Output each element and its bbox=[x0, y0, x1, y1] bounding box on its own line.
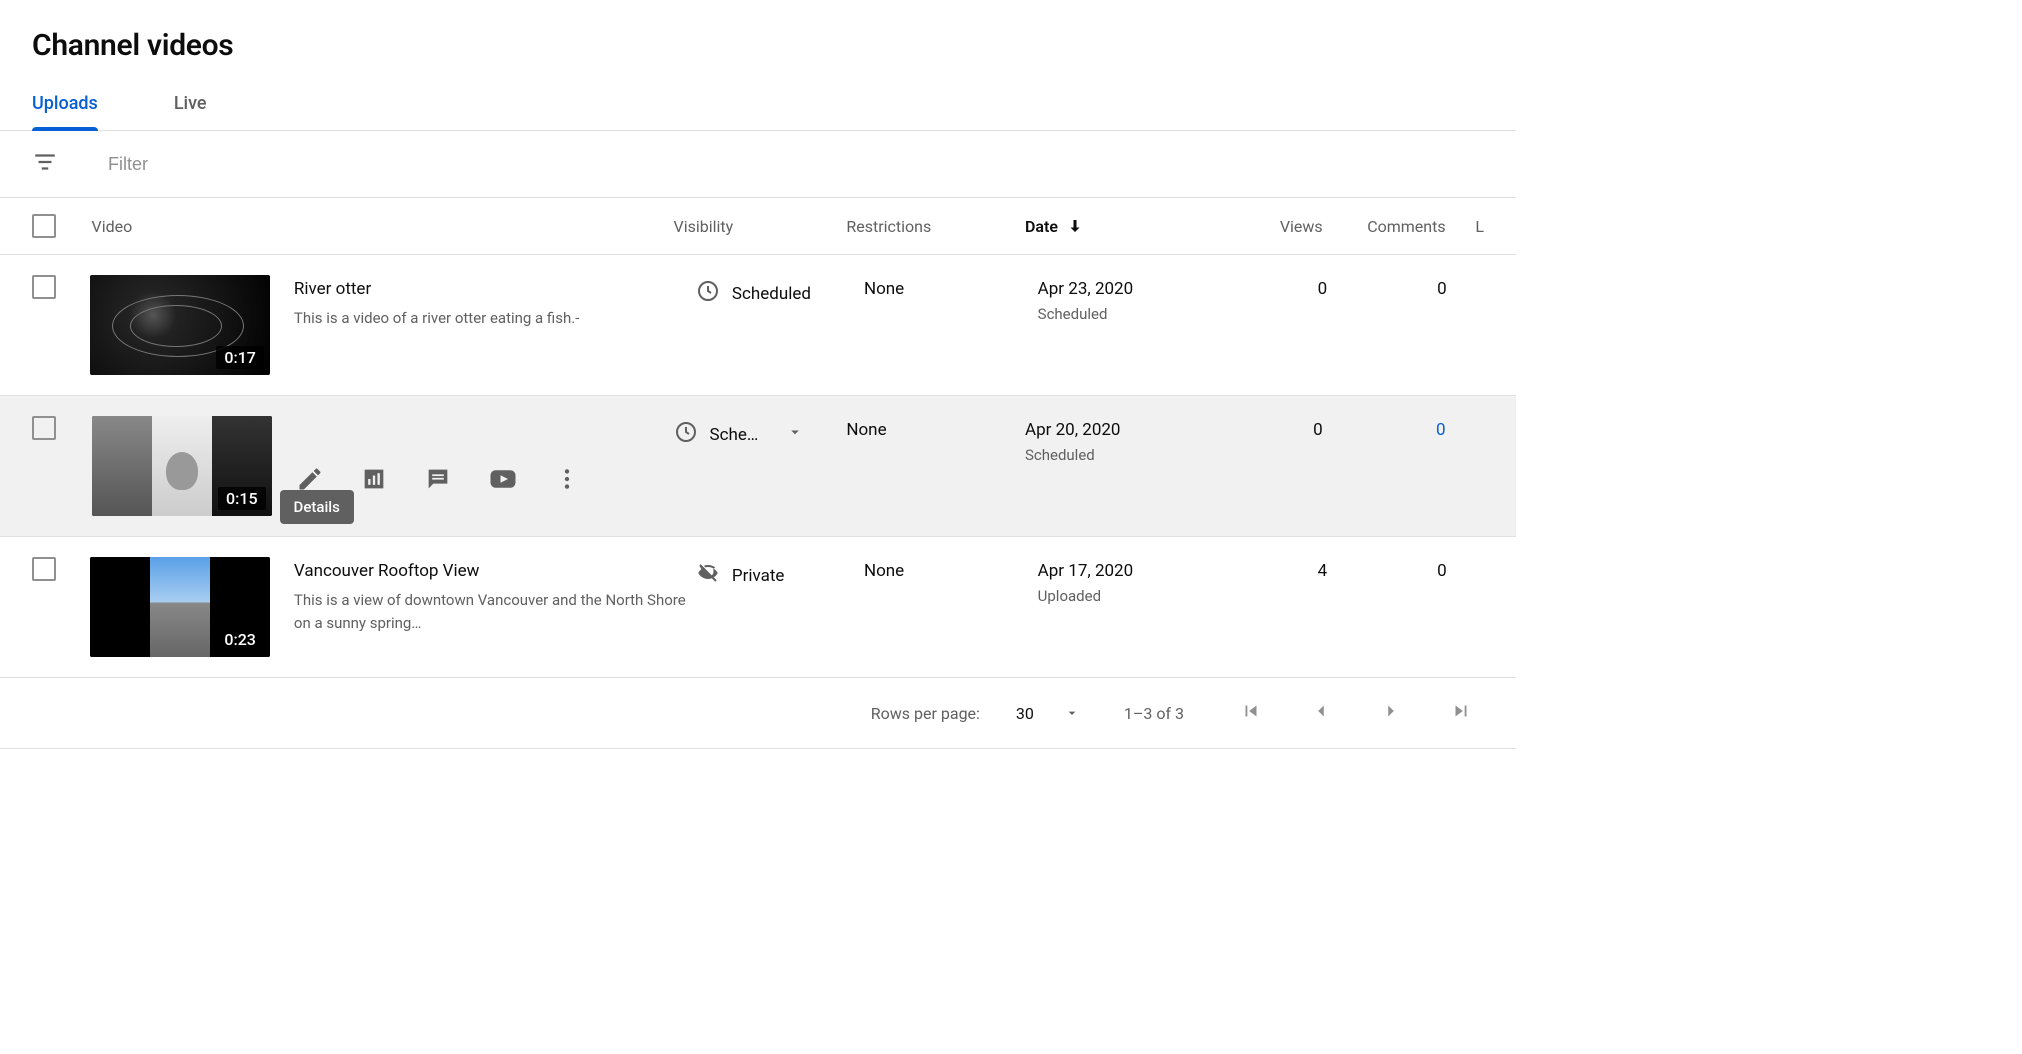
date-status: Scheduled bbox=[1025, 446, 1240, 464]
chevron-down-icon bbox=[786, 423, 804, 446]
date-status: Scheduled bbox=[1038, 305, 1247, 323]
date-cell: Apr 20, 2020 Scheduled bbox=[1025, 416, 1240, 464]
rows-per-page-select[interactable]: 30 bbox=[1016, 704, 1080, 723]
page-next-button[interactable] bbox=[1368, 700, 1414, 726]
restrictions-cell: None bbox=[846, 416, 1025, 440]
comments-cell[interactable]: 0 bbox=[1327, 557, 1447, 581]
page-first-button[interactable] bbox=[1228, 700, 1274, 726]
views-cell: 0 bbox=[1240, 416, 1323, 440]
restrictions-cell: None bbox=[864, 557, 1038, 581]
rows-per-page-label: Rows per page: bbox=[871, 704, 980, 723]
column-restrictions[interactable]: Restrictions bbox=[846, 217, 1025, 236]
analytics-icon[interactable] bbox=[360, 465, 388, 497]
table-row[interactable]: 0:17 River otter This is a video of a ri… bbox=[0, 255, 1516, 396]
filter-input[interactable] bbox=[106, 153, 506, 176]
date-status: Uploaded bbox=[1038, 587, 1247, 605]
visibility-label: Sche… bbox=[710, 425, 759, 445]
filter-bar bbox=[0, 131, 1516, 198]
more-icon[interactable] bbox=[554, 466, 580, 496]
column-date[interactable]: Date bbox=[1025, 217, 1240, 236]
tab-uploads[interactable]: Uploads bbox=[32, 81, 98, 130]
chevron-down-icon bbox=[1064, 705, 1080, 721]
column-video[interactable]: Video bbox=[92, 217, 674, 236]
column-date-label: Date bbox=[1025, 217, 1058, 236]
page-last-button[interactable] bbox=[1438, 700, 1484, 726]
date-value: Apr 17, 2020 bbox=[1038, 561, 1247, 581]
comments-cell[interactable]: 0 bbox=[1327, 275, 1447, 299]
views-cell: 4 bbox=[1247, 557, 1327, 581]
visibility-cell[interactable]: Private bbox=[696, 557, 864, 590]
video-thumbnail[interactable]: 0:23 bbox=[90, 557, 270, 657]
page-title: Channel videos bbox=[0, 0, 1516, 81]
video-title[interactable]: Vancouver Rooftop View bbox=[294, 561, 696, 581]
clock-icon bbox=[674, 420, 698, 449]
clock-icon bbox=[696, 279, 720, 308]
tooltip-details: Details bbox=[280, 490, 354, 524]
date-value: Apr 23, 2020 bbox=[1038, 279, 1247, 299]
sort-desc-icon bbox=[1066, 217, 1084, 235]
row-actions: Details bbox=[296, 416, 580, 516]
video-title[interactable]: River otter bbox=[294, 279, 696, 299]
pagination: Rows per page: 30 1–3 of 3 bbox=[0, 678, 1516, 749]
video-description: This is a view of downtown Vancouver and… bbox=[294, 589, 696, 634]
video-thumbnail[interactable]: 0:15 bbox=[92, 416, 272, 516]
visibility-label: Private bbox=[732, 566, 785, 586]
date-cell: Apr 17, 2020 Uploaded bbox=[1038, 557, 1247, 605]
comments-cell[interactable]: 0 bbox=[1323, 416, 1446, 440]
page-range: 1–3 of 3 bbox=[1124, 704, 1184, 723]
column-comments[interactable]: Comments bbox=[1323, 217, 1446, 236]
video-thumbnail[interactable]: 0:17 bbox=[90, 275, 270, 375]
page-prev-button[interactable] bbox=[1298, 700, 1344, 726]
visibility-dropdown[interactable]: Sche… bbox=[674, 416, 847, 449]
visibility-cell[interactable]: Scheduled bbox=[696, 275, 864, 308]
table-row[interactable]: 0:15 Details bbox=[0, 396, 1516, 537]
tabs: Uploads Live bbox=[0, 81, 1516, 131]
row-checkbox[interactable] bbox=[32, 557, 56, 581]
video-duration: 0:15 bbox=[218, 487, 266, 510]
video-description: This is a video of a river otter eating … bbox=[294, 307, 696, 330]
table-row[interactable]: 0:23 Vancouver Rooftop View This is a vi… bbox=[0, 537, 1516, 678]
select-all-checkbox[interactable] bbox=[32, 214, 56, 238]
eye-off-icon bbox=[696, 561, 720, 590]
views-cell: 0 bbox=[1247, 275, 1327, 299]
column-visibility[interactable]: Visibility bbox=[674, 217, 847, 236]
video-duration: 0:23 bbox=[216, 628, 264, 651]
play-icon[interactable] bbox=[488, 464, 518, 498]
filter-icon[interactable] bbox=[32, 149, 58, 179]
column-views[interactable]: Views bbox=[1240, 217, 1323, 236]
restrictions-cell: None bbox=[864, 275, 1038, 299]
date-value: Apr 20, 2020 bbox=[1025, 420, 1240, 440]
video-duration: 0:17 bbox=[216, 346, 264, 369]
visibility-label: Scheduled bbox=[732, 284, 811, 304]
row-checkbox[interactable] bbox=[32, 416, 56, 440]
rows-per-page-value: 30 bbox=[1016, 704, 1034, 723]
column-rest[interactable]: L bbox=[1446, 217, 1484, 236]
table-header: Video Visibility Restrictions Date Views… bbox=[0, 198, 1516, 255]
row-checkbox[interactable] bbox=[32, 275, 56, 299]
tab-live[interactable]: Live bbox=[174, 81, 207, 130]
date-cell: Apr 23, 2020 Scheduled bbox=[1038, 275, 1247, 323]
comments-icon[interactable] bbox=[424, 465, 452, 497]
